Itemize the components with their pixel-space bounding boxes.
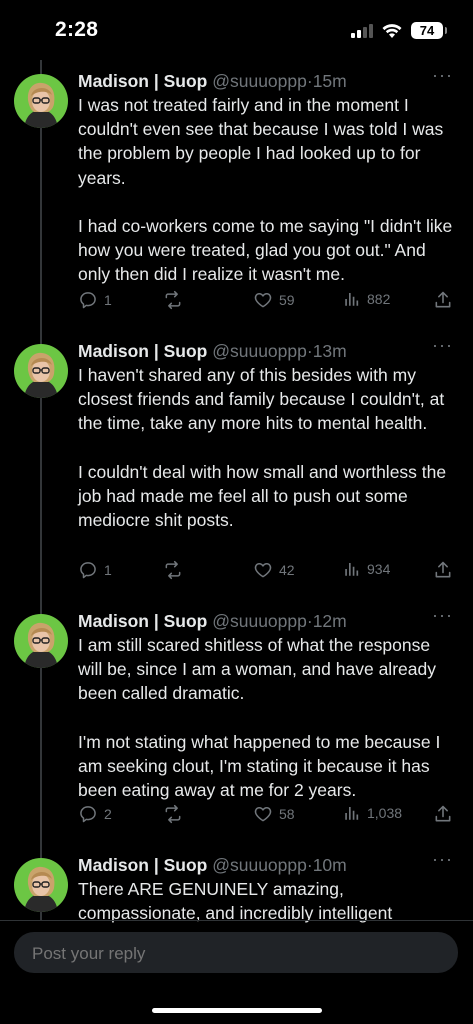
views-chart-icon [345,807,359,820]
tweet-paragraph: I'm not stating what happened to me beca… [78,731,441,801]
like-count: 59 [279,292,295,308]
tweet-header: Madison | Suop @suuuoppp·10m ··· [78,849,453,876]
share-icon [435,805,451,822]
more-options-icon[interactable]: ··· [432,848,453,870]
author-handle[interactable]: @suuuoppp [212,611,307,631]
reply-divider [0,920,473,921]
author-handle[interactable]: @suuuoppp [212,341,307,361]
tweet-actions: 2 58 1,038 [78,804,453,828]
reply-button[interactable]: 2 [78,804,112,824]
avatar[interactable] [14,74,68,128]
tweet-actions: 1 59 882 [78,290,453,314]
reply-button[interactable]: 1 [78,290,112,310]
retweet-button[interactable] [162,560,190,580]
battery-level: 74 [419,23,435,38]
tweet-body: Madison | Suop @suuuoppp·10m ··· There A… [78,849,453,925]
more-options-icon[interactable]: ··· [432,64,453,86]
reply-icon [80,806,96,823]
share-button[interactable] [433,560,453,580]
tweet-timestamp[interactable]: 10m [313,855,347,875]
views-chart-icon [345,293,359,306]
views-button[interactable]: 882 [343,290,390,308]
views-count: 1,038 [367,805,403,821]
tweet-header: Madison | Suop @suuuoppp·13m ··· [78,335,453,362]
tweet-actions: 1 42 934 [78,560,453,584]
like-heart-icon [254,807,272,822]
more-options-icon[interactable]: ··· [432,604,453,626]
retweet-button[interactable] [162,290,190,310]
tweet-text: I am still scared shitless of what the r… [78,633,453,802]
reply-count: 1 [104,562,112,578]
wifi-icon [382,23,402,38]
home-indicator[interactable] [152,1008,322,1013]
author-name[interactable]: Madison | Suop [78,855,207,875]
author-name[interactable]: Madison | Suop [78,611,207,631]
views-count: 934 [367,561,391,577]
reply-count: 1 [104,292,112,308]
reply-bar[interactable] [14,932,458,975]
tweet-text: I haven't shared any of this besides wit… [78,363,453,532]
battery-icon: 74 [411,22,447,39]
tweet-paragraph: I haven't shared any of this besides wit… [78,365,445,434]
status-icons: 74 [351,22,447,39]
tweet-body: Madison | Suop @suuuoppp·12m ··· I am st… [78,605,453,802]
author-handle[interactable]: @suuuoppp [212,855,307,875]
reply-count: 2 [104,806,112,822]
reply-input[interactable] [30,932,434,975]
share-button[interactable] [433,804,453,824]
like-button[interactable]: 58 [253,804,295,824]
tweet-header: Madison | Suop @suuuoppp·15m ··· [78,65,453,92]
more-options-icon[interactable]: ··· [432,334,453,356]
tweet-text: I was not treated fairly and in the mome… [78,93,453,286]
views-chart-icon [345,563,359,576]
like-button[interactable]: 42 [253,560,295,580]
retweet-icon [165,804,181,824]
like-heart-icon [254,563,272,578]
views-button[interactable]: 934 [343,560,390,578]
reply-icon [80,292,96,309]
cellular-signal-icon [351,23,373,38]
tweet-paragraph: I am still scared shitless of what the r… [78,635,436,704]
reply-icon [80,562,96,579]
tweet-paragraph: I was not treated fairly and in the mome… [78,95,444,188]
tweet-text: There ARE GENUINELY amazing, compassiona… [78,877,453,925]
avatar[interactable] [14,344,68,398]
tweet-paragraph: There ARE GENUINELY amazing, compassiona… [78,879,393,924]
author-name[interactable]: Madison | Suop [78,341,207,361]
share-icon [435,291,451,308]
tweet-paragraph: I couldn't deal with how small and worth… [78,461,447,531]
tweet-body: Madison | Suop @suuuoppp·13m ··· I haven… [78,335,453,532]
views-button[interactable]: 1,038 [343,804,402,822]
status-time: 2:28 [55,18,99,41]
like-button[interactable]: 59 [253,290,295,310]
tweet-paragraph: I had co-workers come to me saying "I di… [78,215,453,285]
tweet-header: Madison | Suop @suuuoppp·12m ··· [78,605,453,632]
retweet-button[interactable] [162,804,190,824]
thread-connector-line [40,60,42,920]
share-button[interactable] [433,290,453,310]
tweet-timestamp[interactable]: 15m [313,71,347,91]
tweet-timestamp[interactable]: 12m [313,611,347,631]
retweet-icon [165,560,181,580]
tweet-body: Madison | Suop @suuuoppp·15m ··· I was n… [78,65,453,286]
status-bar: 2:28 74 [0,0,473,62]
avatar[interactable] [14,858,68,912]
like-count: 42 [279,562,295,578]
like-count: 58 [279,806,295,822]
share-icon [435,561,451,578]
author-handle[interactable]: @suuuoppp [212,71,307,91]
avatar[interactable] [14,614,68,668]
author-name[interactable]: Madison | Suop [78,71,207,91]
tweet-timestamp[interactable]: 13m [313,341,347,361]
retweet-icon [165,290,181,310]
views-count: 882 [367,291,391,307]
like-heart-icon [254,293,272,308]
reply-button[interactable]: 1 [78,560,112,580]
